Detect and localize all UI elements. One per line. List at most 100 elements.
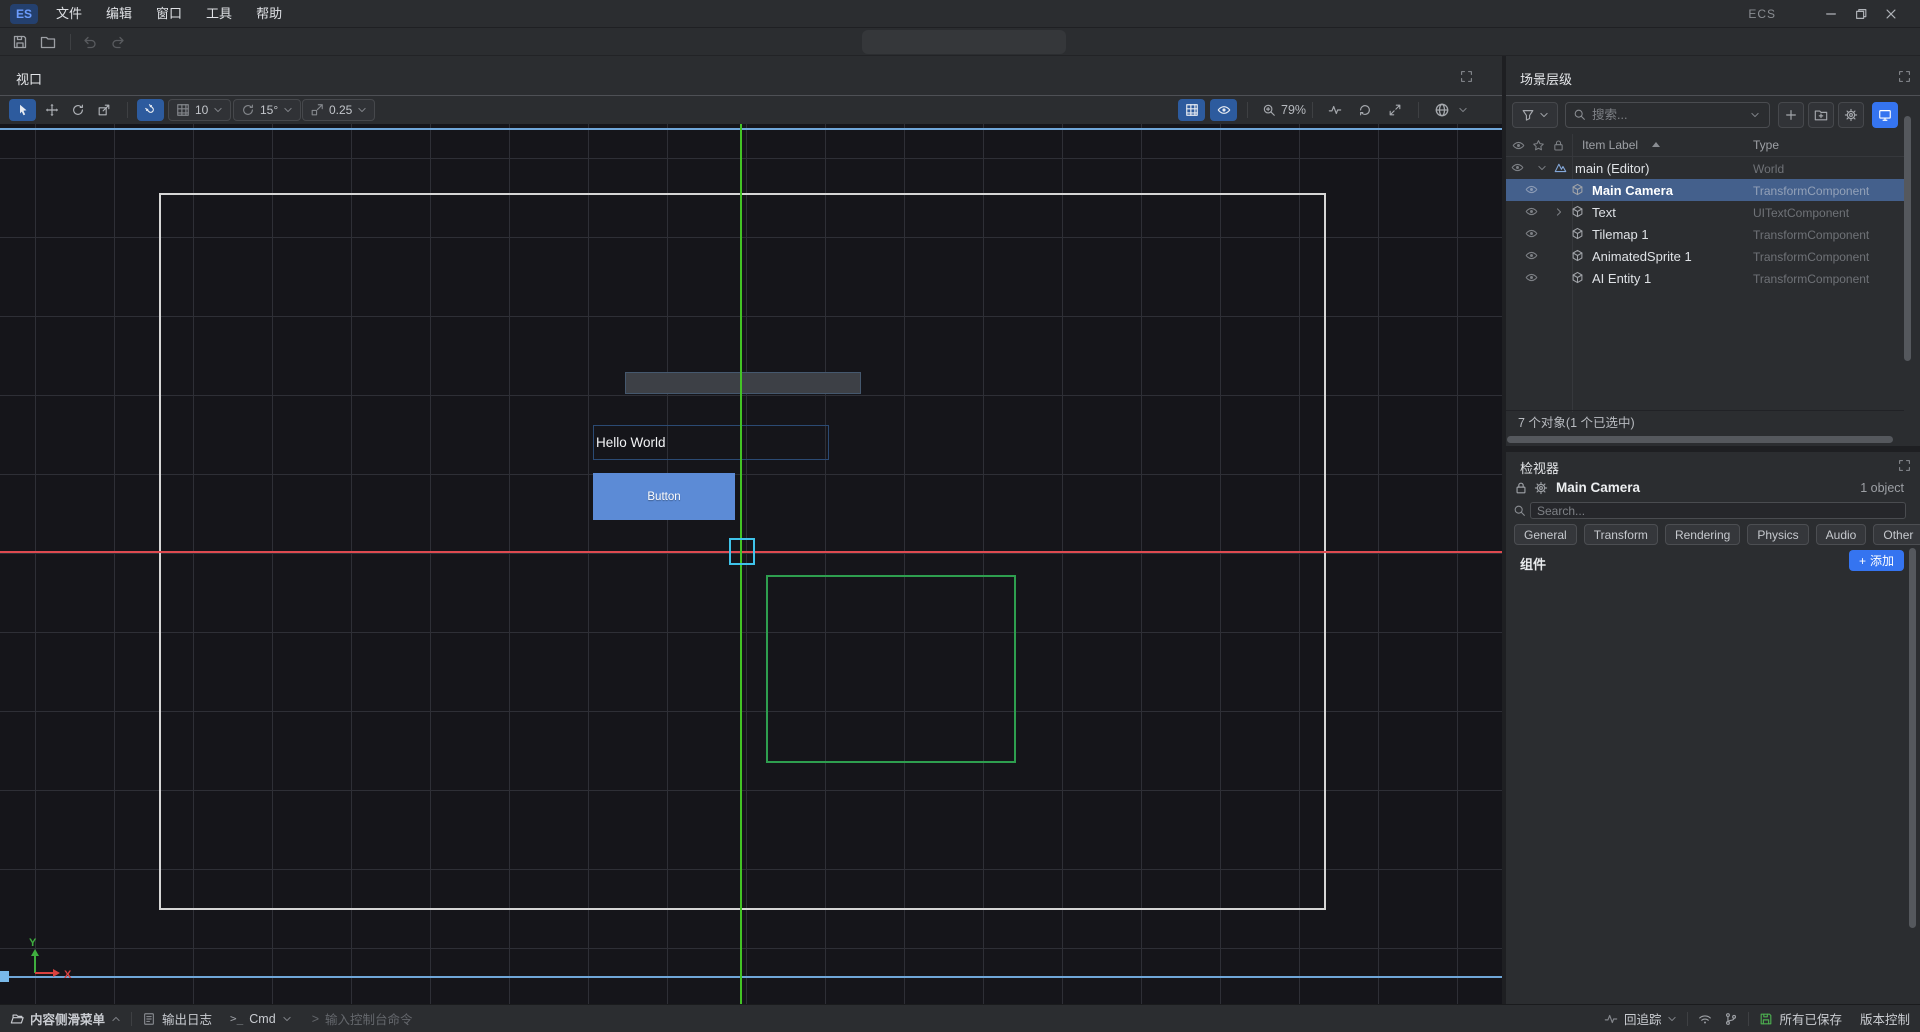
hierarchy-row[interactable]: AnimatedSprite 1TransformComponent xyxy=(1506,245,1904,267)
redo-icon[interactable] xyxy=(110,34,126,50)
lock-column-icon[interactable] xyxy=(1552,139,1565,152)
button-object[interactable]: Button xyxy=(593,473,735,520)
inspector-search-input[interactable] xyxy=(1530,502,1906,519)
cmd-dropdown[interactable]: >_ Cmd xyxy=(230,1012,292,1026)
output-log-button[interactable]: 输出日志 xyxy=(142,1009,212,1028)
tab-transform[interactable]: Transform xyxy=(1584,524,1658,545)
eye-icon xyxy=(1217,103,1231,117)
inspector-panel: 检视器 Main Camera 1 object GeneralTransfor… xyxy=(1506,452,1920,1004)
visibility-eye-icon[interactable] xyxy=(1511,161,1524,174)
expander-icon[interactable] xyxy=(1537,163,1547,173)
grid-snap-dropdown[interactable]: 10 xyxy=(168,99,231,121)
undo-icon[interactable] xyxy=(82,34,98,50)
inspected-object-name: Main Camera xyxy=(1556,480,1640,495)
screen-view-button[interactable] xyxy=(1872,102,1898,128)
hierarchy-search-input[interactable] xyxy=(1565,102,1770,128)
lock-icon[interactable] xyxy=(1514,481,1528,495)
console-prompt: > xyxy=(312,1012,319,1026)
visibility-eye-icon[interactable] xyxy=(1525,183,1538,196)
close-button[interactable] xyxy=(1876,2,1906,26)
restore-button[interactable] xyxy=(1846,2,1876,26)
visibility-eye-icon[interactable] xyxy=(1525,249,1538,262)
version-control-button[interactable]: 版本控制 xyxy=(1860,1009,1910,1028)
tab-rendering[interactable]: Rendering xyxy=(1665,524,1740,545)
hierarchy-row[interactable]: TextUITextComponent xyxy=(1506,201,1904,223)
hierarchy-row[interactable]: main (Editor)World xyxy=(1506,157,1904,179)
git-branch-icon[interactable] xyxy=(1724,1012,1738,1026)
inspector-vertical-scrollbar[interactable] xyxy=(1909,548,1916,928)
tab-audio[interactable]: Audio xyxy=(1816,524,1867,545)
add-entity-button[interactable] xyxy=(1778,102,1804,128)
expander-icon[interactable] xyxy=(1554,207,1564,217)
open-project-icon[interactable] xyxy=(40,34,56,50)
hierarchy-vertical-scrollbar[interactable] xyxy=(1904,116,1911,361)
snap-toggle-button[interactable] xyxy=(137,99,164,121)
minimize-button[interactable] xyxy=(1816,2,1846,26)
origin-gizmo[interactable] xyxy=(729,538,755,565)
inspector-expand-icon[interactable] xyxy=(1898,459,1911,472)
scene-canvas[interactable]: Hello World Button Y X xyxy=(0,124,1502,1004)
add-component-button[interactable]: + 添加 xyxy=(1849,550,1904,571)
save-icon[interactable] xyxy=(12,34,28,50)
menu-item-窗口[interactable]: 窗口 xyxy=(144,0,194,28)
hierarchy-row[interactable]: Tilemap 1TransformComponent xyxy=(1506,223,1904,245)
add-folder-button[interactable] xyxy=(1808,102,1834,128)
menu-item-编辑[interactable]: 编辑 xyxy=(94,0,144,28)
gizmo-visibility-button[interactable] xyxy=(1210,99,1237,121)
save-status[interactable]: 所有已保存 xyxy=(1759,1009,1842,1028)
visibility-eye-icon[interactable] xyxy=(1525,205,1538,218)
viewport-expand-icon[interactable] xyxy=(1460,70,1473,83)
menu-item-文件[interactable]: 文件 xyxy=(44,0,94,28)
hierarchy-horizontal-scrollbar[interactable] xyxy=(1507,436,1893,443)
viewport-title: 视口 xyxy=(16,69,42,88)
scale-snap-dropdown[interactable]: 0.25 xyxy=(302,99,375,121)
menu-item-帮助[interactable]: 帮助 xyxy=(244,0,294,28)
hierarchy-item-type: TransformComponent xyxy=(1753,184,1869,198)
rect-tool-button[interactable] xyxy=(90,99,117,121)
network-icon[interactable] xyxy=(1698,1012,1712,1026)
console-command-input[interactable]: > 输入控制台命令 xyxy=(312,1009,413,1028)
tab-other[interactable]: Other xyxy=(1873,524,1920,545)
chevron-down-icon[interactable] xyxy=(1458,105,1468,115)
entity-icon xyxy=(1571,271,1584,284)
text-object[interactable]: Hello World xyxy=(593,425,829,460)
tab-general[interactable]: General xyxy=(1514,524,1577,545)
gear-icon[interactable] xyxy=(1534,481,1548,495)
type-column[interactable]: Type xyxy=(1753,138,1779,152)
visibility-eye-icon[interactable] xyxy=(1525,227,1538,240)
selection-handle[interactable] xyxy=(0,971,9,982)
visibility-eye-icon[interactable] xyxy=(1525,271,1538,284)
item-label-column[interactable]: Item Label xyxy=(1582,138,1638,152)
stats-icon[interactable] xyxy=(1328,103,1342,117)
zoom-icon[interactable] xyxy=(1262,103,1276,117)
angle-snap-dropdown[interactable]: 15° xyxy=(233,99,301,121)
zoom-level[interactable]: 79% xyxy=(1281,103,1306,117)
panel-object[interactable] xyxy=(625,372,861,394)
hierarchy-row[interactable]: AI Entity 1TransformComponent xyxy=(1506,267,1904,289)
favorite-column-icon[interactable] xyxy=(1532,139,1545,152)
content-drawer-button[interactable]: 内容侧滑菜单 xyxy=(10,1009,121,1028)
app-logo[interactable]: ES xyxy=(10,4,38,24)
filter-button[interactable] xyxy=(1512,102,1558,128)
visibility-column-icon[interactable] xyxy=(1512,139,1525,152)
hierarchy-settings-button[interactable] xyxy=(1838,102,1864,128)
fit-view-icon[interactable] xyxy=(1388,103,1402,117)
hierarchy-item-label: AnimatedSprite 1 xyxy=(1592,249,1692,264)
hierarchy-item-type: World xyxy=(1753,162,1784,176)
trace-dropdown[interactable]: 回追踪 xyxy=(1604,1009,1678,1028)
rotate-tool-button[interactable] xyxy=(64,99,91,121)
viewport-mode-globe-icon[interactable] xyxy=(1434,102,1450,118)
status-bar: 内容侧滑菜单 输出日志 >_ Cmd > 输入控制台命令 回追踪 所有已保存 版… xyxy=(0,1004,1920,1032)
move-tool-button[interactable] xyxy=(38,99,65,121)
hierarchy-row[interactable]: Main CameraTransformComponent xyxy=(1506,179,1904,201)
menu-item-工具[interactable]: 工具 xyxy=(194,0,244,28)
grid-visibility-button[interactable] xyxy=(1178,99,1205,121)
hierarchy-expand-icon[interactable] xyxy=(1898,70,1911,83)
console-placeholder: 输入控制台命令 xyxy=(325,1009,413,1028)
collider-rect-object[interactable] xyxy=(766,575,1016,763)
reset-view-icon[interactable] xyxy=(1358,103,1372,117)
select-tool-button[interactable] xyxy=(9,99,36,121)
selection-guide-top xyxy=(0,128,1502,130)
tab-physics[interactable]: Physics xyxy=(1747,524,1808,545)
folder-plus-icon xyxy=(1814,108,1828,122)
